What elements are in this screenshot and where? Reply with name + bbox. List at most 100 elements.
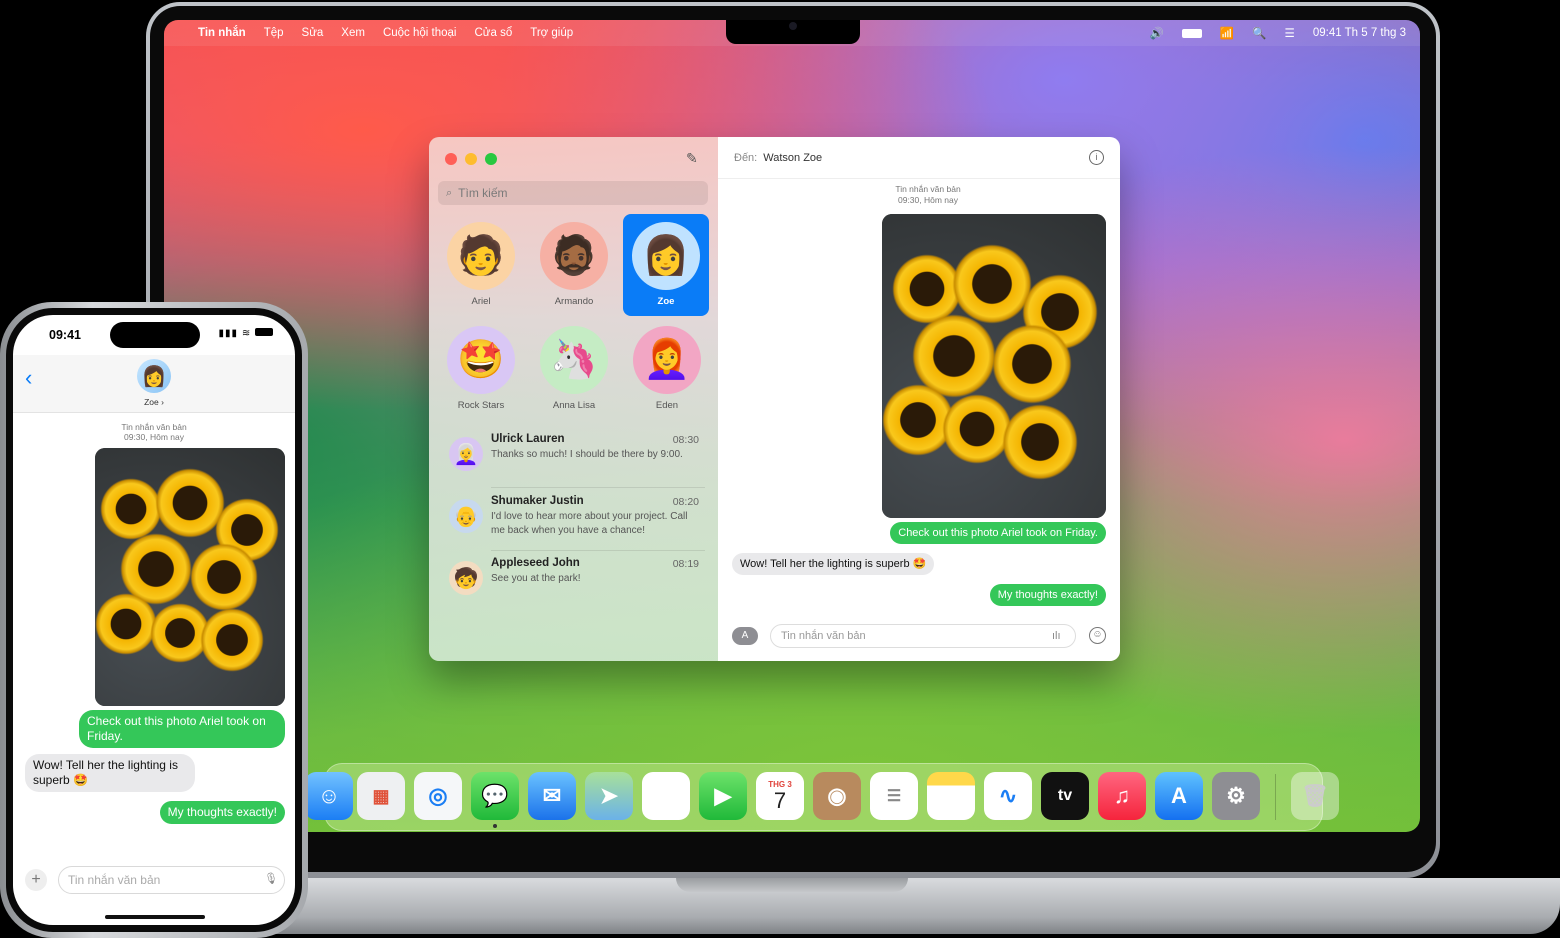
menu-conversation[interactable]: Cuộc hội thoại bbox=[383, 27, 457, 39]
trash-icon[interactable]: 🗑 bbox=[1291, 772, 1339, 820]
pinned-rock-stars[interactable]: 🤩 Rock Stars bbox=[439, 318, 523, 420]
conversation-time: 08:20 bbox=[672, 496, 699, 508]
menu-messages[interactable]: Tin nhắn bbox=[198, 27, 246, 39]
pinned-zoe[interactable]: 👩 Zoe bbox=[623, 214, 709, 316]
sunflower bbox=[992, 324, 1072, 404]
close-button[interactable] bbox=[445, 153, 457, 165]
messages-icon[interactable]: 💬 bbox=[471, 772, 519, 820]
spotlight-icon[interactable]: 🔍 bbox=[1252, 26, 1266, 40]
launchpad-icon[interactable]: ▦ bbox=[357, 772, 405, 820]
window-controls bbox=[445, 153, 497, 165]
contacts-icon[interactable]: ◉ bbox=[813, 772, 861, 820]
pinned-name: Zoe bbox=[657, 296, 675, 307]
plus-icon[interactable]: + bbox=[25, 869, 47, 891]
facetime-icon[interactable]: ▶ bbox=[699, 772, 747, 820]
conversation-time: 08:19 bbox=[672, 558, 699, 570]
received-message[interactable]: Wow! Tell her the lighting is superb 🤩 bbox=[25, 754, 195, 792]
conversation-preview: I'd love to hear more about your project… bbox=[491, 511, 688, 536]
sunflower bbox=[190, 543, 258, 611]
tv-icon[interactable]: tv bbox=[1041, 772, 1089, 820]
conversation-name: Shumaker Justin bbox=[491, 495, 584, 507]
apps-button[interactable]: A bbox=[732, 627, 758, 645]
to-label: Đến: bbox=[734, 151, 758, 164]
contact-name-text: Zoe bbox=[144, 397, 159, 407]
maps-icon[interactable]: ➤ bbox=[585, 772, 633, 820]
sunflowers-image bbox=[882, 214, 1106, 518]
recipient-name[interactable]: Watson Zoe bbox=[763, 152, 822, 164]
compose-icon[interactable]: ✎ bbox=[686, 150, 702, 166]
menu-file[interactable]: Tệp bbox=[264, 27, 284, 39]
emoji-icon[interactable]: ☺ bbox=[1089, 627, 1106, 644]
sunflower-photo[interactable] bbox=[882, 214, 1106, 518]
minimize-button[interactable] bbox=[465, 153, 477, 165]
menu-help[interactable]: Trợ giúp bbox=[530, 27, 573, 39]
photos-icon[interactable]: ✿ bbox=[642, 772, 690, 820]
timestamp-time: 09:30, Hôm nay bbox=[897, 195, 958, 205]
timestamp-type: Tin nhắn văn bản bbox=[895, 184, 961, 194]
conversation-row[interactable]: 👩‍🦳 Ulrick Lauren 08:30 Thanks so much! … bbox=[449, 433, 705, 493]
timestamp-time: 09:30, Hôm nay bbox=[123, 432, 184, 442]
iphone-screen: 09:41 ▮▮▮ ≋ ‹ 👩 Zoe › Tin nhắn văn bản 0… bbox=[13, 315, 295, 925]
info-icon[interactable]: i bbox=[1089, 150, 1104, 165]
message-timestamp: Tin nhắn văn bản 09:30, Hôm nay bbox=[828, 184, 1028, 206]
sunflower bbox=[942, 394, 1012, 464]
contact-name[interactable]: Zoe › bbox=[13, 397, 295, 407]
search-field[interactable]: ⌕ Tìm kiếm bbox=[438, 181, 708, 205]
control-center-icon[interactable]: ☰ bbox=[1285, 26, 1295, 40]
search-icon: ⌕ bbox=[446, 186, 453, 199]
system-settings-icon[interactable]: ⚙ bbox=[1212, 772, 1260, 820]
pinned-name: Ariel bbox=[471, 296, 491, 307]
audio-waveform-icon[interactable]: ılı bbox=[1052, 630, 1061, 642]
conversation-row[interactable]: 🧒 Appleseed John 08:19 See you at the pa… bbox=[449, 557, 705, 617]
menu-window[interactable]: Cửa sổ bbox=[474, 27, 512, 39]
sunflowers-image bbox=[95, 448, 285, 706]
notes-icon[interactable] bbox=[927, 772, 975, 820]
menu-edit[interactable]: Sửa bbox=[302, 27, 324, 39]
sunflower-photo[interactable] bbox=[95, 448, 285, 706]
pinned-armando[interactable]: 🧔🏾 Armando bbox=[532, 214, 616, 316]
pinned-anna-lisa[interactable]: 🦄 Anna Lisa bbox=[532, 318, 616, 420]
sunflower bbox=[952, 244, 1032, 324]
sent-message[interactable]: My thoughts exactly! bbox=[159, 801, 285, 824]
mail-icon[interactable]: ✉ bbox=[528, 772, 576, 820]
divider bbox=[491, 550, 705, 551]
sunflower bbox=[200, 608, 264, 672]
message-input[interactable]: Tin nhắn văn bản bbox=[58, 866, 285, 894]
message-timestamp: Tin nhắn văn bản 09:30, Hôm nay bbox=[13, 422, 295, 442]
microphone-icon[interactable]: 🎙 bbox=[264, 872, 278, 885]
sunflower bbox=[100, 478, 162, 540]
conversation-row[interactable]: 👴 Shumaker Justin 08:20 I'd love to hear… bbox=[449, 495, 705, 555]
message-input[interactable]: Tin nhắn văn bản bbox=[770, 624, 1076, 648]
calendar-day: 7 bbox=[773, 787, 787, 813]
zoom-button[interactable] bbox=[485, 153, 497, 165]
battery-icon[interactable] bbox=[1181, 28, 1202, 38]
freeform-icon[interactable]: ∿ bbox=[984, 772, 1032, 820]
menu-clock[interactable]: 09:41 Th 5 7 thg 3 bbox=[1313, 27, 1406, 39]
back-chevron-icon[interactable]: ‹ bbox=[25, 365, 32, 391]
wifi-icon[interactable]: 📶 bbox=[1220, 26, 1234, 40]
contact-avatar[interactable]: 👩 bbox=[137, 359, 171, 393]
sent-message[interactable]: Check out this photo Ariel took on Frida… bbox=[79, 710, 285, 748]
avatar: 👩 bbox=[632, 222, 700, 290]
status-time: 09:41 bbox=[49, 328, 81, 342]
menu-view[interactable]: Xem bbox=[341, 27, 365, 39]
music-icon[interactable]: ♫ bbox=[1098, 772, 1146, 820]
safari-icon[interactable]: ◎ bbox=[414, 772, 462, 820]
conversation-time: 08:30 bbox=[672, 434, 699, 446]
avatar: 🧒 bbox=[449, 561, 483, 595]
app-store-icon[interactable]: A bbox=[1155, 772, 1203, 820]
received-message[interactable]: Wow! Tell her the lighting is superb 🤩 bbox=[732, 553, 935, 575]
home-indicator[interactable] bbox=[105, 915, 205, 919]
sunflower bbox=[95, 593, 157, 655]
pinned-name: Rock Stars bbox=[457, 400, 505, 411]
calendar-icon[interactable]: THG 3 7 bbox=[756, 772, 804, 820]
pinned-name: Armando bbox=[554, 296, 594, 307]
pinned-ariel[interactable]: 🧑 Ariel bbox=[439, 214, 523, 316]
sent-message[interactable]: My thoughts exactly! bbox=[989, 584, 1106, 606]
sent-message[interactable]: Check out this photo Ariel took on Frida… bbox=[890, 522, 1106, 544]
pinned-eden[interactable]: 👩‍🦰 Eden bbox=[625, 318, 709, 420]
avatar: 🤩 bbox=[447, 326, 515, 394]
reminders-icon[interactable]: ☰ bbox=[870, 772, 918, 820]
volume-icon[interactable]: 🔊 bbox=[1150, 26, 1164, 40]
finder-icon[interactable]: ☺ bbox=[305, 772, 353, 820]
